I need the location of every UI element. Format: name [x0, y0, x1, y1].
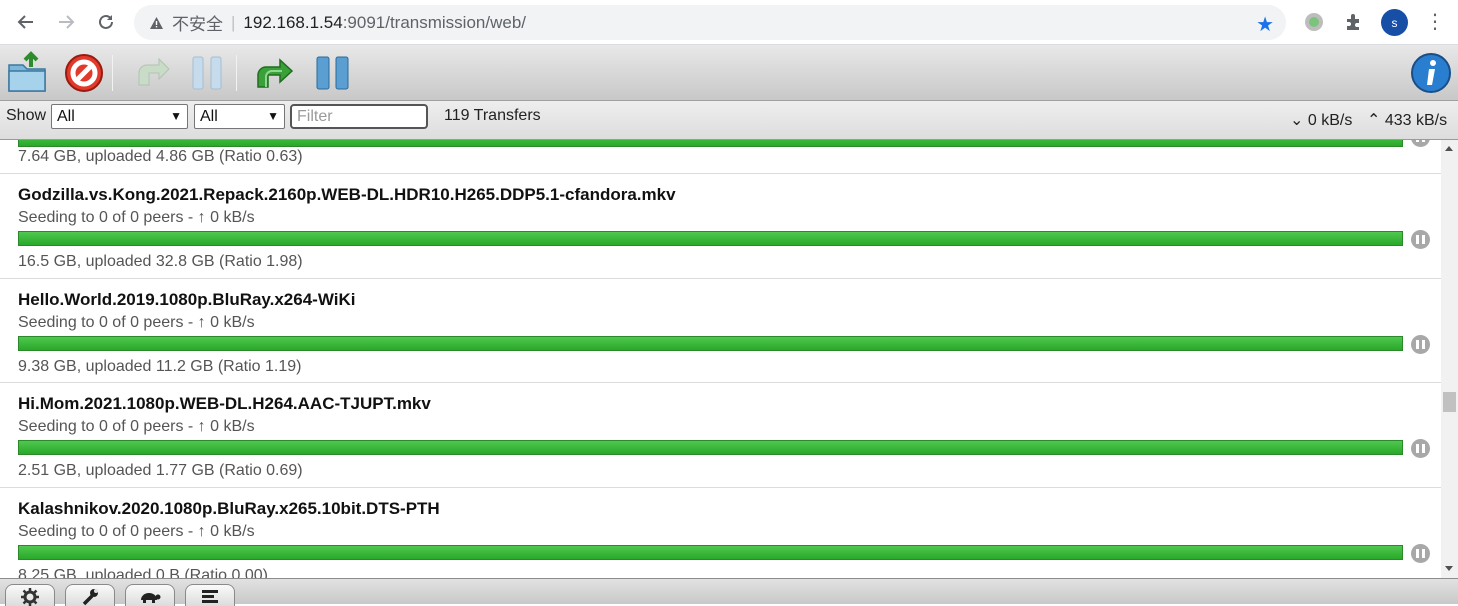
peer-status: Seeding to 0 of 0 peers - ↑ 0 kB/s [18, 418, 255, 435]
download-speed: ⌄ 0 kB/s [1290, 110, 1352, 130]
pause-icon[interactable] [1411, 334, 1430, 354]
progress-bar [18, 140, 1403, 147]
chevron-down-icon: ▼ [170, 109, 182, 123]
upload-speed-value: 433 kB/s [1384, 112, 1448, 129]
transfers-count: 119 Transfers [444, 107, 541, 124]
torrent-list: 7.64 GB, uploaded 4.86 GB (Ratio 0.63) G… [0, 140, 1441, 578]
remove-torrent-icon[interactable] [61, 50, 107, 96]
up-chevron-icon: ⌃ [1367, 112, 1381, 129]
progress-bar [18, 544, 1403, 560]
pause-all-icon[interactable] [310, 50, 356, 96]
preferences-wrench-icon[interactable] [65, 584, 115, 606]
inspector-info-icon[interactable] [1408, 50, 1454, 96]
scroll-up-arrow-icon[interactable] [1445, 146, 1453, 151]
pause-icon[interactable] [1411, 439, 1430, 458]
torrent-name: Godzilla.vs.Kong.2021.Repack.2160p.WEB-D… [18, 185, 676, 204]
peer-status: Seeding to 0 of 0 peers - ↑ 0 kB/s [18, 209, 255, 226]
toolbar-divider [112, 55, 113, 91]
filter-bar: Show All ▼ All ▼ Filter 119 Transfers ⌄ … [0, 101, 1458, 140]
upload-speed: ⌃ 433 kB/s [1367, 110, 1447, 130]
extension-circle-icon[interactable] [1302, 10, 1326, 34]
torrent-name: Kalashnikov.2020.1080p.BluRay.x265.10bit… [18, 498, 440, 518]
settings-gear-icon[interactable] [5, 584, 55, 606]
footer-bar [0, 578, 1458, 606]
torrent-name: Hello.World.2019.1080p.BluRay.x264-WiKi [18, 289, 356, 309]
torrent-row[interactable]: Hi.Mom.2021.1080p.WEB-DL.H264.AAC-TJUPT.… [0, 383, 1441, 488]
show-label: Show [6, 107, 47, 124]
torrent-row[interactable]: Godzilla.vs.Kong.2021.Repack.2160p.WEB-D… [0, 174, 1441, 279]
url-path: :9091/transmission/web/ [342, 12, 527, 32]
peer-status: Seeding to 0 of 0 peers - ↑ 0 kB/s [18, 522, 255, 540]
torrent-row-partial[interactable]: 7.64 GB, uploaded 4.86 GB (Ratio 0.63) [0, 140, 1441, 174]
chevron-down-icon: ▼ [267, 109, 279, 123]
transfer-stats: 9.38 GB, uploaded 11.2 GB (Ratio 1.19) [18, 357, 302, 375]
reload-icon[interactable] [92, 8, 120, 36]
tracker-filter-value: All [200, 108, 218, 125]
pause-icon[interactable] [1411, 543, 1430, 563]
peer-status: Seeding to 0 of 0 peers - ↑ 0 kB/s [18, 313, 255, 331]
download-speed-value: 0 kB/s [1307, 112, 1353, 129]
pause-selected-icon[interactable] [185, 50, 231, 96]
progress-bar [18, 440, 1403, 455]
sort-list-icon[interactable] [185, 584, 235, 606]
torrent-row[interactable]: Hello.World.2019.1080p.BluRay.x264-WiKi … [0, 279, 1441, 383]
state-filter-select[interactable]: All ▼ [51, 104, 188, 129]
filter-input[interactable]: Filter [290, 104, 428, 129]
extensions-puzzle-icon[interactable] [1342, 10, 1366, 34]
progress-bar [18, 335, 1403, 351]
resume-all-icon[interactable] [253, 50, 299, 96]
progress-bar [18, 231, 1403, 246]
transfer-stats: 16.5 GB, uploaded 32.8 GB (Ratio 1.98) [18, 253, 303, 270]
scroll-down-arrow-icon[interactable] [1445, 566, 1453, 571]
back-arrow-icon[interactable] [12, 8, 40, 36]
toolbar-divider [236, 55, 237, 91]
browser-toolbar: 不安全 | 192.168.1.54:9091/transmission/web… [0, 0, 1458, 45]
torrent-row[interactable]: Kalashnikov.2020.1080p.BluRay.x265.10bit… [0, 488, 1441, 579]
open-torrent-folder-icon[interactable] [5, 50, 51, 96]
transfer-stats: 7.64 GB, uploaded 4.86 GB (Ratio 0.63) [18, 148, 303, 165]
pause-icon[interactable] [1411, 140, 1430, 147]
pause-icon[interactable] [1411, 230, 1430, 249]
transfer-stats: 8.25 GB, uploaded 0 B (Ratio 0.00) [18, 566, 268, 579]
transmission-toolbar [0, 45, 1458, 101]
transfer-stats: 2.51 GB, uploaded 1.77 GB (Ratio 0.69) [18, 462, 303, 479]
tracker-filter-select[interactable]: All ▼ [194, 104, 285, 129]
torrent-name: Hi.Mom.2021.1080p.WEB-DL.H264.AAC-TJUPT.… [18, 394, 431, 413]
vertical-scrollbar[interactable] [1441, 140, 1458, 578]
address-bar[interactable]: 不安全 | 192.168.1.54:9091/transmission/web… [134, 5, 1286, 40]
state-filter-value: All [57, 108, 75, 125]
url-host: 192.168.1.54 [243, 12, 343, 32]
profile-avatar[interactable]: s [1381, 9, 1408, 36]
down-chevron-icon: ⌄ [1290, 112, 1304, 129]
resume-selected-icon[interactable] [128, 50, 174, 96]
security-label[interactable]: 不安全 [172, 10, 223, 35]
url-text[interactable]: 192.168.1.54:9091/transmission/web/ [243, 13, 526, 33]
warning-triangle-icon[interactable] [148, 15, 164, 31]
forward-arrow-icon[interactable] [52, 8, 80, 36]
bookmark-star-icon[interactable]: ★ [1256, 12, 1274, 37]
browser-menu-icon[interactable]: ⋮ [1425, 10, 1445, 34]
scroll-thumb[interactable] [1443, 392, 1456, 412]
turtle-mode-icon[interactable] [125, 584, 175, 606]
separator: | [231, 12, 236, 32]
